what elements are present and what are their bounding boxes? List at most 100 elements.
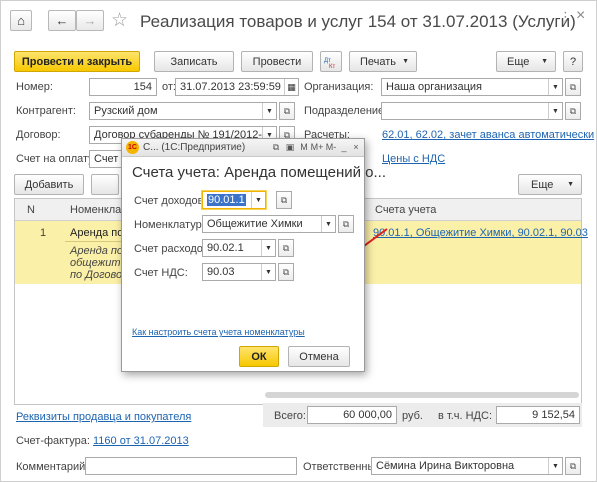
bookmark-icon[interactable]: ▣ (284, 141, 296, 153)
open-vat-account-button[interactable]: ⧉ (278, 263, 294, 281)
cancel-button[interactable]: Отмена (288, 346, 350, 367)
nomenclature-group-label: Номенклатур... (134, 219, 211, 231)
requisites-link[interactable]: Реквизиты продавца и покупателя (16, 411, 191, 423)
date-value: 31.07.2013 23:59:59 (180, 81, 281, 93)
open-icon: ⧉ (282, 266, 290, 277)
table-more-button[interactable]: Еще ▼ (518, 174, 582, 195)
open-responsible-button[interactable]: ⧉ (565, 457, 581, 475)
more-dots-icon[interactable]: ⋮ (559, 9, 572, 25)
dialog-close-icon[interactable]: × (350, 141, 362, 153)
chevron-down-icon[interactable]: ▼ (548, 103, 562, 119)
1c-logo-icon: 1С (126, 141, 139, 154)
currency-label: руб. (402, 410, 423, 422)
open-icon: ⧉ (280, 194, 288, 205)
contractor-value: Рузский дом (94, 105, 158, 117)
m-plus-icon[interactable]: M+ (311, 141, 324, 153)
m-minus-icon[interactable]: M- (325, 141, 337, 153)
help-button[interactable]: ? (563, 51, 583, 72)
vat-account-field[interactable]: 90.03 ▼ (202, 263, 276, 281)
minimize-icon[interactable]: _ (338, 141, 350, 153)
post-button[interactable]: Провести (241, 51, 313, 72)
vat-total-field: 9 152,54 (496, 406, 580, 424)
comment-field[interactable] (85, 457, 297, 475)
accounts-dialog: 1С С... (1С:Предприятие) ⧉ ▣ M M+ M- _ ×… (121, 138, 386, 372)
open-icon: ⧉ (342, 218, 350, 229)
contract-label: Договор: (16, 129, 61, 141)
row-accounts-link[interactable]: 90.01.1, Общежитие Химки, 90.02.1, 90.03 (373, 227, 588, 239)
nomenclature-group-field[interactable]: Общежитие Химки ▼ (202, 215, 336, 233)
header-accounts: Счета учета (375, 204, 437, 216)
home-button[interactable]: ⌂ (10, 10, 32, 31)
contractor-field[interactable]: Рузский дом ▼ (89, 102, 277, 120)
setup-accounts-link[interactable]: Как настроить счета учета номенклатуры (132, 327, 305, 337)
open-contractor-button[interactable]: ⧉ (279, 102, 295, 120)
chevron-down-icon[interactable]: ▼ (261, 240, 275, 256)
forward-button[interactable]: → (76, 10, 104, 31)
chevron-down-icon: ▼ (402, 58, 409, 65)
back-button[interactable]: ← (48, 10, 76, 31)
expense-account-value: 90.02.1 (207, 242, 244, 254)
ok-button[interactable]: ОК (239, 346, 279, 367)
document-window: ⌂ ← → ☆ Реализация товаров и услуг 154 о… (0, 0, 597, 482)
chevron-down-icon[interactable]: ▼ (321, 216, 335, 232)
hidden-table-button[interactable] (91, 174, 119, 195)
income-account-field[interactable]: 90.01.1 ▼ (202, 191, 266, 209)
date-label: от: (162, 81, 176, 93)
calculations-link[interactable]: 62.01, 62.02, зачет аванса автоматически (382, 129, 594, 141)
date-field[interactable]: 31.07.2013 23:59:59 ▦ (175, 78, 299, 96)
dialog-title: Счета учета: Аренда помещений о... (132, 164, 386, 181)
open-icon: ⧉ (569, 460, 577, 471)
close-icon[interactable]: × (576, 7, 585, 25)
chevron-down-icon[interactable]: ▼ (548, 458, 562, 474)
open-organization-button[interactable]: ⧉ (565, 78, 581, 96)
organization-label: Организация: (304, 81, 374, 93)
vat-account-label: Счет НДС: (134, 267, 188, 279)
number-label: Номер: (16, 81, 53, 93)
favorite-star-icon[interactable]: ☆ (111, 9, 128, 32)
organization-field[interactable]: Наша организация ▼ (381, 78, 563, 96)
open-income-account-button[interactable]: ⧉ (276, 191, 292, 209)
vat-prices-link[interactable]: Цены с НДС (382, 153, 445, 165)
print-label: Печать (360, 55, 397, 68)
open-nomenclature-group-button[interactable]: ⧉ (338, 215, 354, 233)
save-button[interactable]: Записать (154, 51, 234, 72)
chevron-down-icon[interactable]: ▼ (262, 103, 276, 119)
invoice-facture-label: Счет-фактура: (16, 435, 90, 447)
total-label: Всего: (274, 410, 306, 422)
more-button[interactable]: Еще ▼ (496, 51, 556, 72)
m-icon[interactable]: M (298, 141, 310, 153)
open-icon: ⧉ (569, 81, 577, 92)
contractor-label: Контрагент: (16, 105, 76, 117)
dt-kt-icon: Дт Кт (324, 58, 335, 69)
open-division-button[interactable]: ⧉ (565, 102, 581, 120)
row-divider (65, 241, 125, 242)
division-field[interactable]: ▼ (381, 102, 563, 120)
invoice-facture-link[interactable]: 1160 от 31.07.2013 (93, 435, 189, 447)
add-row-button[interactable]: Добавить (14, 174, 84, 195)
print-button[interactable]: Печать ▼ (349, 51, 417, 72)
open-expense-account-button[interactable]: ⧉ (278, 239, 294, 257)
income-account-label: Счет доходов: (134, 195, 207, 207)
expense-account-field[interactable]: 90.02.1 ▼ (202, 239, 276, 257)
horizontal-scrollbar[interactable] (265, 392, 579, 398)
vat-total-label: в т.ч. НДС: (438, 410, 493, 422)
document-movements-button[interactable]: Дт Кт (320, 51, 342, 72)
income-account-value: 90.01.1 (207, 194, 246, 206)
dialog-titlebar: 1С С... (1С:Предприятие) ⧉ ▣ M M+ M- _ × (122, 139, 364, 157)
post-and-close-button[interactable]: Провести и закрыть (14, 51, 140, 72)
open-icon: ⧉ (282, 242, 290, 253)
division-label: Подразделение: (304, 105, 388, 117)
responsible-field[interactable]: Сёмина Ирина Викторовна ▼ (371, 457, 563, 475)
open-icon: ⧉ (569, 105, 577, 116)
chevron-down-icon[interactable]: ▼ (251, 192, 265, 208)
comment-label: Комментарий: (16, 461, 89, 473)
table-more-label: Еще (531, 178, 554, 191)
chevron-down-icon[interactable]: ▼ (548, 79, 562, 95)
number-field[interactable]: 154 (89, 78, 157, 96)
chevron-down-icon: ▼ (567, 181, 574, 188)
calendar-icon[interactable]: ▦ (284, 79, 298, 95)
more-label: Еще (507, 55, 530, 68)
total-field: 60 000,00 (307, 406, 397, 424)
copy-icon[interactable]: ⧉ (270, 141, 282, 153)
chevron-down-icon[interactable]: ▼ (261, 264, 275, 280)
